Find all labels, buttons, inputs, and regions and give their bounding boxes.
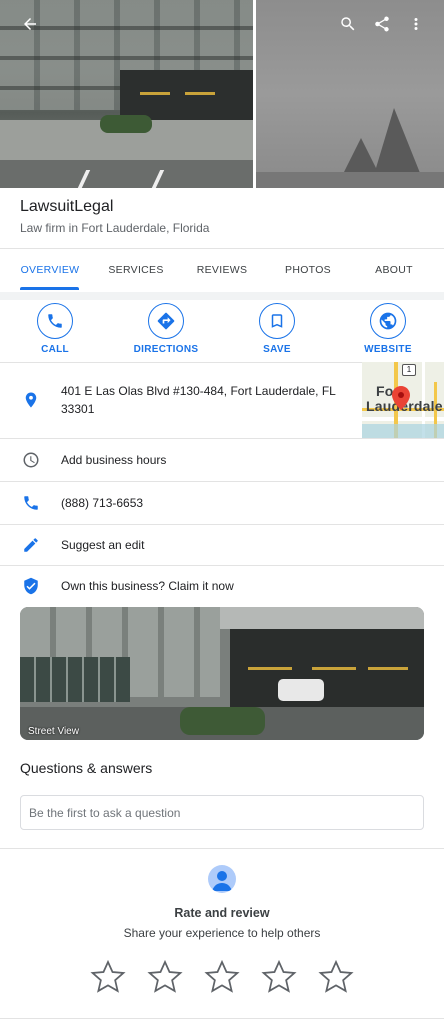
phone-icon [20, 492, 42, 514]
directions-button[interactable]: DIRECTIONS [121, 303, 211, 361]
location-pin-icon [20, 389, 42, 411]
claim-business-text: Own this business? Claim it now [61, 579, 234, 593]
website-label: WEBSITE [364, 344, 412, 355]
tab-overview[interactable]: OVERVIEW [14, 250, 86, 290]
more-vert-icon [414, 18, 418, 30]
call-label: CALL [41, 344, 69, 355]
phone-text: (888) 713-6653 [61, 496, 144, 510]
qa-section-title: Questions & answers [20, 760, 153, 776]
suggest-edit-row[interactable]: Suggest an edit [0, 525, 444, 565]
clock-icon [20, 449, 42, 471]
share-button[interactable] [368, 10, 396, 38]
call-button[interactable]: CALL [10, 303, 100, 361]
directions-circle [148, 303, 184, 339]
address-text: 401 E Las Olas Blvd #130-484, Fort Laude… [61, 384, 336, 416]
website-circle [370, 303, 406, 339]
route-shield: 1 [402, 364, 416, 376]
globe-icon [379, 312, 397, 330]
rate-review-title: Rate and review [174, 906, 270, 920]
verified-shield-icon [20, 575, 42, 597]
tab-services[interactable]: SERVICES [100, 250, 172, 290]
phone-row[interactable]: (888) 713-6653 [0, 482, 444, 524]
more-options-button[interactable] [402, 10, 430, 38]
map-pin-icon [392, 386, 410, 410]
tab-photos[interactable]: PHOTOS [272, 250, 344, 290]
street-view-label: Street View [28, 726, 79, 737]
rate-review-subtitle: Share your experience to help others [123, 926, 321, 940]
divider [0, 248, 444, 249]
header-photos [0, 0, 444, 188]
save-label: SAVE [263, 344, 291, 355]
divider [0, 848, 444, 849]
place-name: LawsuitLegal [20, 198, 114, 215]
hours-text: Add business hours [61, 453, 167, 467]
divider [0, 1018, 444, 1019]
share-icon [375, 16, 389, 32]
star-1-icon[interactable] [89, 958, 127, 996]
star-2-icon[interactable] [146, 958, 184, 996]
tab-bar: OVERVIEW SERVICES REVIEWS PHOTOS ABOUT [0, 250, 444, 292]
call-circle [37, 303, 73, 339]
avatar [208, 865, 236, 893]
save-circle [259, 303, 295, 339]
phone-icon [48, 314, 62, 328]
active-tab-indicator [20, 287, 79, 290]
search-icon [341, 17, 355, 31]
street-view-card[interactable]: Street View [20, 607, 424, 740]
tab-about[interactable]: ABOUT [358, 250, 430, 290]
ask-question-input[interactable] [20, 795, 424, 830]
directions-icon [157, 312, 175, 330]
hours-row[interactable]: Add business hours [0, 439, 444, 481]
claim-business-row[interactable]: Own this business? Claim it now [0, 566, 444, 606]
star-4-icon[interactable] [260, 958, 298, 996]
place-category: Law firm in Fort Lauderdale, Florida [20, 221, 210, 235]
back-button[interactable] [16, 10, 44, 38]
website-button[interactable]: WEBSITE [343, 303, 433, 361]
tab-reviews[interactable]: REVIEWS [186, 250, 258, 290]
star-3-icon[interactable] [203, 958, 241, 996]
arrow-left-icon [24, 18, 36, 30]
search-button[interactable] [334, 10, 362, 38]
suggest-edit-text: Suggest an edit [61, 538, 145, 552]
save-button[interactable]: SAVE [232, 303, 322, 361]
user-icon [212, 871, 232, 891]
map-thumbnail[interactable]: 1 Fort Lauderdale [362, 362, 444, 438]
star-5-icon[interactable] [317, 958, 355, 996]
section-separator [0, 292, 444, 300]
directions-label: DIRECTIONS [133, 344, 199, 355]
bookmark-icon [271, 314, 283, 328]
pencil-icon [20, 534, 42, 556]
